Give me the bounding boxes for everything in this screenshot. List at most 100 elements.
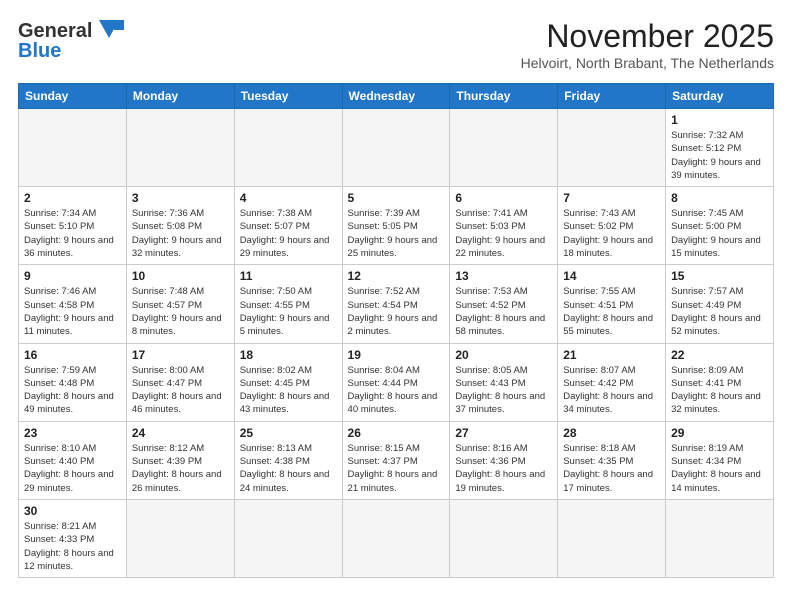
day-number: 15 [671, 269, 768, 283]
calendar-day-cell: 14 Sunrise: 7:55 AM Sunset: 4:51 PM Dayli… [558, 265, 666, 343]
calendar-day-cell: 26 Sunrise: 8:15 AM Sunset: 4:37 PM Dayli… [342, 421, 450, 499]
calendar-day-cell [126, 109, 234, 187]
day-number: 22 [671, 348, 768, 362]
calendar-day-cell [19, 109, 127, 187]
day-info: Sunrise: 7:53 AM Sunset: 4:52 PM Dayligh… [455, 285, 552, 338]
day-number: 2 [24, 191, 121, 205]
day-info: Sunrise: 8:00 AM Sunset: 4:47 PM Dayligh… [132, 364, 229, 417]
day-info: Sunrise: 8:19 AM Sunset: 4:34 PM Dayligh… [671, 442, 768, 495]
calendar-week-row: 2Sunrise: 7:34 AM Sunset: 5:10 PM Daylig… [19, 187, 774, 265]
day-info: Sunrise: 8:15 AM Sunset: 4:37 PM Dayligh… [348, 442, 445, 495]
header-wednesday: Wednesday [342, 84, 450, 109]
day-number: 18 [240, 348, 337, 362]
day-number: 29 [671, 426, 768, 440]
calendar-day-cell: 28 Sunrise: 8:18 AM Sunset: 4:35 PM Dayli… [558, 421, 666, 499]
day-number: 23 [24, 426, 121, 440]
day-number: 1 [671, 113, 768, 127]
day-info: Sunrise: 7:43 AM Sunset: 5:02 PM Dayligh… [563, 207, 660, 260]
day-number: 10 [132, 269, 229, 283]
calendar-day-cell: 23 Sunrise: 8:10 AM Sunset: 4:40 PM Dayli… [19, 421, 127, 499]
day-number: 13 [455, 269, 552, 283]
calendar-day-cell: 15 Sunrise: 7:57 AM Sunset: 4:49 PM Dayli… [666, 265, 774, 343]
day-number: 7 [563, 191, 660, 205]
day-number: 14 [563, 269, 660, 283]
calendar-day-cell: 18 Sunrise: 8:02 AM Sunset: 4:45 PM Dayli… [234, 343, 342, 421]
day-number: 24 [132, 426, 229, 440]
day-number: 9 [24, 269, 121, 283]
logo-blue-icon [94, 20, 124, 44]
calendar-day-cell: 30Sunrise: 8:21 AM Sunset: 4:33 PM Dayli… [19, 499, 127, 577]
header-monday: Monday [126, 84, 234, 109]
calendar-day-cell [234, 499, 342, 577]
calendar-day-cell: 16 Sunrise: 7:59 AM Sunset: 4:48 PM Dayli… [19, 343, 127, 421]
day-info: Sunrise: 7:38 AM Sunset: 5:07 PM Dayligh… [240, 207, 337, 260]
day-number: 27 [455, 426, 552, 440]
day-info: Sunrise: 7:57 AM Sunset: 4:49 PM Dayligh… [671, 285, 768, 338]
day-info: Sunrise: 7:52 AM Sunset: 4:54 PM Dayligh… [348, 285, 445, 338]
calendar-day-cell: 12Sunrise: 7:52 AM Sunset: 4:54 PM Dayli… [342, 265, 450, 343]
day-number: 26 [348, 426, 445, 440]
calendar-week-row: 1 Sunrise: 7:32 AM Sunset: 5:12 PM Daylig… [19, 109, 774, 187]
header-tuesday: Tuesday [234, 84, 342, 109]
logo: General Blue [18, 18, 124, 63]
day-info: Sunrise: 8:10 AM Sunset: 4:40 PM Dayligh… [24, 442, 121, 495]
header-sunday: Sunday [19, 84, 127, 109]
calendar-day-cell [126, 499, 234, 577]
calendar-day-cell [342, 109, 450, 187]
calendar-table: Sunday Monday Tuesday Wednesday Thursday… [18, 83, 774, 578]
page: General Blue November 2025 Helvoirt, Nor… [0, 0, 792, 612]
day-number: 28 [563, 426, 660, 440]
day-number: 3 [132, 191, 229, 205]
calendar-day-cell: 20Sunrise: 8:05 AM Sunset: 4:43 PM Dayli… [450, 343, 558, 421]
calendar-day-cell: 7 Sunrise: 7:43 AM Sunset: 5:02 PM Daylig… [558, 187, 666, 265]
calendar-day-cell: 19Sunrise: 8:04 AM Sunset: 4:44 PM Dayli… [342, 343, 450, 421]
calendar-day-cell [558, 109, 666, 187]
calendar-day-cell [558, 499, 666, 577]
calendar-title: November 2025 [521, 18, 774, 55]
day-number: 25 [240, 426, 337, 440]
day-info: Sunrise: 8:05 AM Sunset: 4:43 PM Dayligh… [455, 364, 552, 417]
day-info: Sunrise: 7:50 AM Sunset: 4:55 PM Dayligh… [240, 285, 337, 338]
day-info: Sunrise: 7:55 AM Sunset: 4:51 PM Dayligh… [563, 285, 660, 338]
calendar-subtitle: Helvoirt, North Brabant, The Netherlands [521, 55, 774, 71]
day-number: 11 [240, 269, 337, 283]
calendar-day-cell: 1 Sunrise: 7:32 AM Sunset: 5:12 PM Daylig… [666, 109, 774, 187]
day-info: Sunrise: 8:02 AM Sunset: 4:45 PM Dayligh… [240, 364, 337, 417]
calendar-day-cell: 3Sunrise: 7:36 AM Sunset: 5:08 PM Daylig… [126, 187, 234, 265]
calendar-day-cell: 8Sunrise: 7:45 AM Sunset: 5:00 PM Daylig… [666, 187, 774, 265]
day-info: Sunrise: 8:09 AM Sunset: 4:41 PM Dayligh… [671, 364, 768, 417]
calendar-day-cell: 2Sunrise: 7:34 AM Sunset: 5:10 PM Daylig… [19, 187, 127, 265]
calendar-day-cell: 11 Sunrise: 7:50 AM Sunset: 4:55 PM Dayli… [234, 265, 342, 343]
day-info: Sunrise: 7:39 AM Sunset: 5:05 PM Dayligh… [348, 207, 445, 260]
header-friday: Friday [558, 84, 666, 109]
calendar-header-row: Sunday Monday Tuesday Wednesday Thursday… [19, 84, 774, 109]
calendar-day-cell [450, 109, 558, 187]
calendar-day-cell: 29 Sunrise: 8:19 AM Sunset: 4:34 PM Dayli… [666, 421, 774, 499]
day-info: Sunrise: 7:32 AM Sunset: 5:12 PM Dayligh… [671, 129, 768, 182]
calendar-day-cell: 6Sunrise: 7:41 AM Sunset: 5:03 PM Daylig… [450, 187, 558, 265]
header-saturday: Saturday [666, 84, 774, 109]
day-number: 16 [24, 348, 121, 362]
header: General Blue November 2025 Helvoirt, Nor… [18, 18, 774, 71]
day-number: 17 [132, 348, 229, 362]
calendar-day-cell: 25 Sunrise: 8:13 AM Sunset: 4:38 PM Dayli… [234, 421, 342, 499]
header-thursday: Thursday [450, 84, 558, 109]
calendar-day-cell: 13 Sunrise: 7:53 AM Sunset: 4:52 PM Dayli… [450, 265, 558, 343]
calendar-week-row: 9 Sunrise: 7:46 AM Sunset: 4:58 PM Daylig… [19, 265, 774, 343]
calendar-day-cell [450, 499, 558, 577]
calendar-week-row: 16 Sunrise: 7:59 AM Sunset: 4:48 PM Dayli… [19, 343, 774, 421]
day-number: 21 [563, 348, 660, 362]
day-number: 8 [671, 191, 768, 205]
day-info: Sunrise: 7:46 AM Sunset: 4:58 PM Dayligh… [24, 285, 121, 338]
calendar-day-cell: 5 Sunrise: 7:39 AM Sunset: 5:05 PM Daylig… [342, 187, 450, 265]
day-number: 4 [240, 191, 337, 205]
day-info: Sunrise: 8:18 AM Sunset: 4:35 PM Dayligh… [563, 442, 660, 495]
day-info: Sunrise: 8:04 AM Sunset: 4:44 PM Dayligh… [348, 364, 445, 417]
calendar-day-cell [342, 499, 450, 577]
calendar-day-cell: 10Sunrise: 7:48 AM Sunset: 4:57 PM Dayli… [126, 265, 234, 343]
day-info: Sunrise: 8:13 AM Sunset: 4:38 PM Dayligh… [240, 442, 337, 495]
day-info: Sunrise: 7:59 AM Sunset: 4:48 PM Dayligh… [24, 364, 121, 417]
day-info: Sunrise: 8:12 AM Sunset: 4:39 PM Dayligh… [132, 442, 229, 495]
day-number: 5 [348, 191, 445, 205]
day-number: 30 [24, 504, 121, 518]
